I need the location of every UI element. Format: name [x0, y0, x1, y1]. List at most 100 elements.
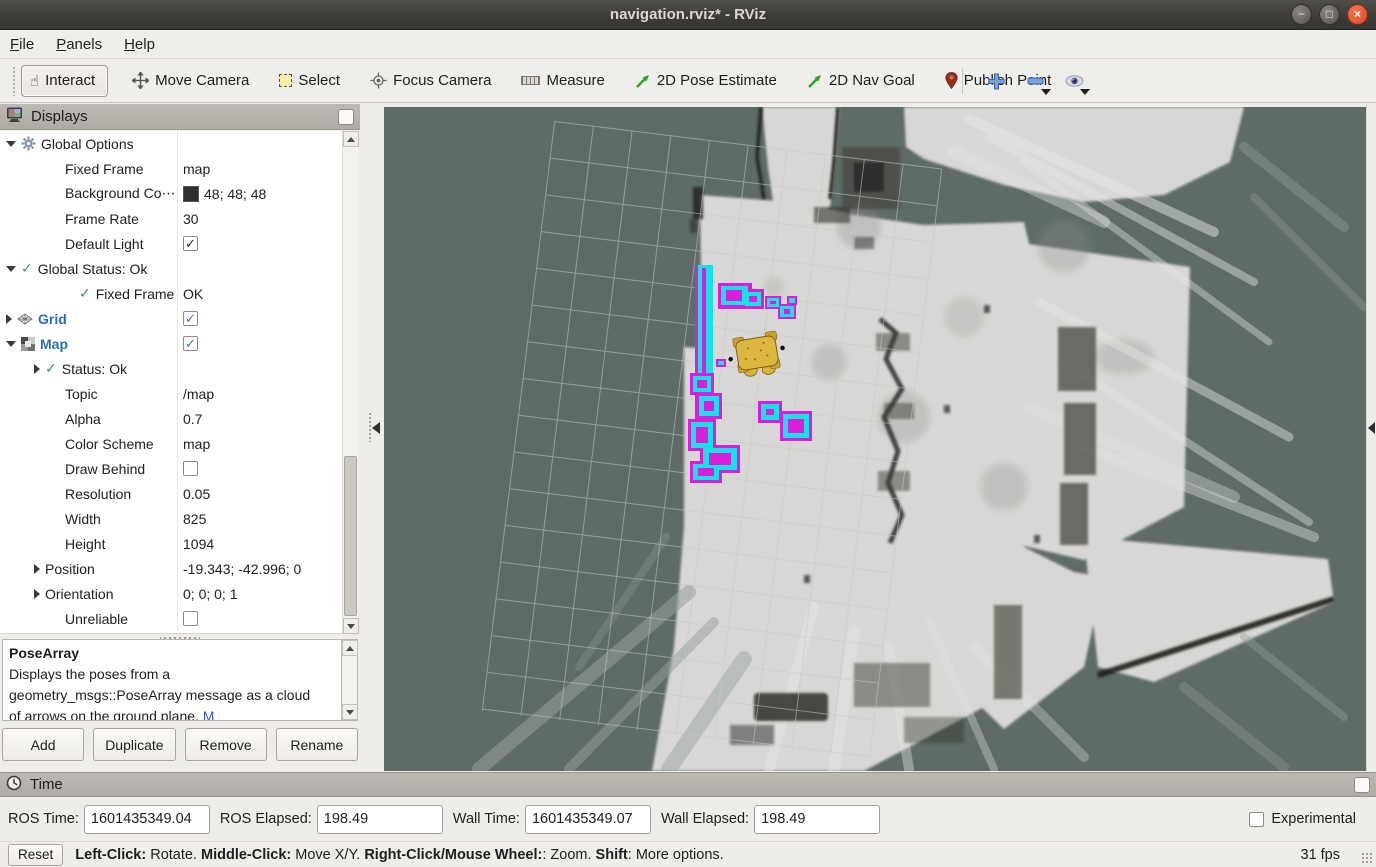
add-button[interactable]: Add [2, 728, 84, 761]
dropdown-caret-icon[interactable] [1080, 89, 1090, 95]
tree-row-grid[interactable]: Grid✓ [0, 306, 358, 331]
time-panel-header[interactable]: Time [0, 772, 1376, 797]
tree-row-value-cell[interactable]: 0.05 [178, 481, 210, 506]
maximize-button[interactable]: □ [1319, 4, 1340, 25]
duplicate-button[interactable]: Duplicate [93, 728, 175, 761]
expander-open-icon[interactable] [6, 341, 16, 347]
tool-interact[interactable]: ☝Interact [21, 65, 108, 97]
tree-row-position[interactable]: Position-19.343; -42.996; 0 [0, 556, 358, 581]
tree-row-orientation[interactable]: Orientation0; 0; 0; 1 [0, 581, 358, 606]
3d-viewport[interactable] [384, 107, 1366, 771]
color-swatch[interactable] [183, 186, 199, 202]
dropdown-caret-icon[interactable] [1041, 89, 1051, 95]
tree-row-alpha[interactable]: Alpha0.7 [0, 406, 358, 431]
remove-button[interactable]: Remove [185, 728, 267, 761]
menu-file[interactable]: File [10, 36, 34, 53]
close-button[interactable]: × [1347, 4, 1368, 25]
tree-row-value-cell[interactable]: ✓ [178, 331, 198, 356]
expander-closed-icon[interactable] [34, 564, 40, 574]
tree-row-frame-rate[interactable]: Frame Rate30 [0, 206, 358, 231]
scroll-thumb[interactable] [344, 456, 357, 616]
remove-tool-button[interactable] [1018, 64, 1052, 98]
tree-row-value-cell[interactable]: 30 [178, 206, 199, 231]
titlebar[interactable]: navigation.rviz* - RViz − □ × [0, 0, 1376, 30]
more-info-link[interactable]: M [203, 708, 215, 721]
tree-row-fixed-frame[interactable]: ✓Fixed FrameOK [0, 281, 358, 306]
scroll-up-button[interactable] [342, 640, 358, 656]
tree-row-global-options[interactable]: Global Options [0, 131, 358, 156]
expander-open-icon[interactable] [6, 141, 16, 147]
property-checkbox[interactable]: ✓ [183, 311, 198, 326]
rename-button[interactable]: Rename [276, 728, 358, 761]
tree-row-global-status-ok[interactable]: ✓Global Status: Ok [0, 256, 358, 281]
tree-row-background-co[interactable]: Background Co⋯48; 48; 48 [0, 181, 358, 206]
right-panel-splitter[interactable] [1366, 104, 1376, 772]
expander-open-icon[interactable] [6, 266, 16, 272]
expander-closed-icon[interactable] [34, 589, 40, 599]
tree-row-width[interactable]: Width825 [0, 506, 358, 531]
tool-move-camera[interactable]: Move Camera [132, 72, 249, 89]
tree-row-value-cell[interactable] [178, 256, 183, 281]
tree-row-value-cell[interactable]: 1094 [178, 531, 214, 556]
property-checkbox[interactable]: ✓ [183, 236, 198, 251]
tree-row-topic[interactable]: Topic/map [0, 381, 358, 406]
tree-row-value-cell[interactable] [178, 456, 198, 481]
tree-row-height[interactable]: Height1094 [0, 531, 358, 556]
tree-row-value-cell[interactable]: 0.7 [178, 406, 202, 431]
ros-elapsed-input[interactable] [317, 805, 443, 834]
property-checkbox[interactable]: ✓ [183, 336, 198, 351]
tree-row-map[interactable]: Map✓ [0, 331, 358, 356]
tool-measure[interactable]: Measure [521, 72, 604, 89]
reset-button[interactable]: Reset [8, 844, 63, 866]
tree-row-status-ok[interactable]: ✓Status: Ok [0, 356, 358, 381]
menu-panels[interactable]: Panels [56, 36, 102, 53]
tool-select[interactable]: Select [279, 72, 340, 89]
tree-row-value-cell[interactable]: 0; 0; 0; 1 [178, 581, 237, 606]
panel-viewport-splitter[interactable] [360, 104, 384, 772]
expander-closed-icon[interactable] [6, 314, 12, 324]
tree-row-value-cell[interactable]: -19.343; -42.996; 0 [178, 556, 301, 581]
tree-row-value-cell[interactable]: OK [178, 281, 203, 306]
tree-row-value-cell[interactable] [178, 606, 198, 631]
property-checkbox[interactable] [183, 611, 198, 626]
tree-row-value-cell[interactable]: ✓ [178, 306, 198, 331]
window-resize-grip[interactable] [1361, 852, 1373, 864]
tool-2d-pose-estimate[interactable]: 2D Pose Estimate [635, 72, 777, 89]
time-float-button[interactable] [1354, 777, 1370, 793]
tree-row-fixed-frame[interactable]: Fixed Framemap [0, 156, 358, 181]
tree-row-value-cell[interactable]: /map [178, 381, 214, 406]
description-scrollbar[interactable] [341, 639, 358, 721]
menu-help[interactable]: Help [124, 36, 155, 53]
add-tool-button[interactable] [979, 64, 1013, 98]
expander-closed-icon[interactable] [34, 364, 40, 374]
displays-tree-scrollbar[interactable] [342, 131, 358, 634]
scroll-down-button[interactable] [343, 618, 359, 634]
tree-row-default-light[interactable]: Default Light✓ [0, 231, 358, 256]
tree-row-value-cell[interactable]: map [178, 156, 210, 181]
ros-time-input[interactable] [84, 805, 210, 834]
collapse-left-arrow[interactable] [372, 422, 380, 434]
tree-row-value-cell[interactable]: ✓ [178, 231, 198, 256]
collapse-right-arrow[interactable] [1368, 422, 1375, 434]
experimental-checkbox[interactable] [1249, 812, 1264, 827]
tree-row-value-cell[interactable] [178, 131, 183, 156]
tree-row-value-cell[interactable] [178, 356, 183, 381]
wall-time-input[interactable] [525, 805, 651, 834]
tree-row-value-cell[interactable]: 48; 48; 48 [178, 181, 266, 206]
wall-elapsed-input[interactable] [754, 805, 880, 834]
tree-row-unreliable[interactable]: Unreliable [0, 606, 358, 631]
toolbar-drag-handle[interactable] [12, 66, 17, 96]
tool-2d-nav-goal[interactable]: 2D Nav Goal [807, 72, 915, 89]
tree-row-value-cell[interactable]: map [178, 431, 210, 456]
tool-visibility-button[interactable] [1057, 64, 1091, 98]
property-checkbox[interactable] [183, 461, 198, 476]
tool-focus-camera[interactable]: Focus Camera [370, 72, 491, 89]
displays-panel-header[interactable]: Displays [0, 104, 360, 130]
tree-row-color-scheme[interactable]: Color Schememap [0, 431, 358, 456]
displays-float-button[interactable] [338, 109, 354, 125]
scroll-up-button[interactable] [343, 131, 359, 147]
minimize-button[interactable]: − [1291, 4, 1312, 25]
tree-row-value-cell[interactable]: 825 [178, 506, 206, 531]
tree-row-draw-behind[interactable]: Draw Behind [0, 456, 358, 481]
tree-row-resolution[interactable]: Resolution0.05 [0, 481, 358, 506]
